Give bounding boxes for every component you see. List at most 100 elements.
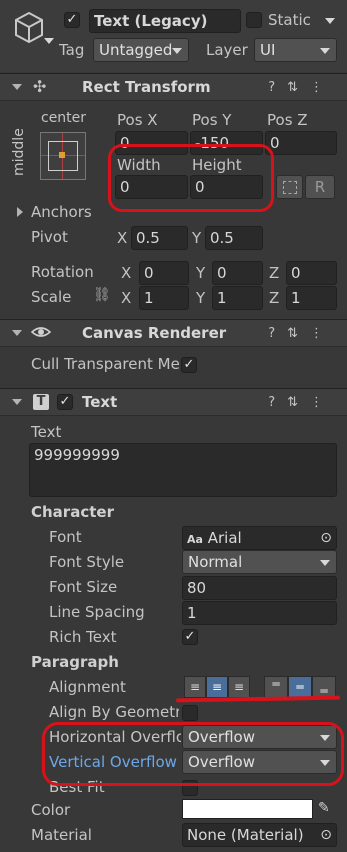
- pos-y-label: Pos Y: [192, 111, 232, 129]
- align-top-icon: ═: [272, 677, 280, 691]
- pivot-label: Pivot: [31, 228, 68, 246]
- pos-z-label: Pos Z: [267, 111, 308, 129]
- rotation-z-field[interactable]: 0: [286, 261, 337, 285]
- anchors-foldout[interactable]: [17, 207, 23, 217]
- font-size-label: Font Size: [49, 578, 118, 596]
- rotation-y-field[interactable]: 0: [212, 261, 263, 285]
- scale-x-field[interactable]: 1: [139, 286, 189, 310]
- tag-label: Tag: [59, 41, 85, 59]
- anchor-preset-v-label: middle: [11, 128, 27, 176]
- pivot-x-label: X: [117, 229, 128, 247]
- scale-y-field[interactable]: 1: [212, 286, 263, 310]
- anchor-preset-button[interactable]: [40, 132, 86, 180]
- text-component-header[interactable]: T ✓ Text ?⇅⋮: [0, 388, 347, 416]
- color-swatch[interactable]: [182, 799, 313, 819]
- font-asset-icon: Aa: [187, 533, 203, 546]
- pos-z-field[interactable]: 0: [265, 131, 337, 155]
- alignment-label: Alignment: [49, 678, 126, 696]
- pivot-y-field[interactable]: 0.5: [205, 226, 263, 250]
- scale-label: Scale: [31, 288, 72, 306]
- constrain-proportions-icon[interactable]: ⛓: [93, 287, 111, 303]
- rotation-x-field[interactable]: 0: [139, 261, 189, 285]
- character-label: Character: [31, 503, 114, 521]
- rotation-x-label: X: [121, 264, 132, 282]
- font-label: Font: [49, 528, 82, 546]
- align-middle-button[interactable]: ═: [288, 676, 312, 698]
- pivot-x-value: 0.5: [136, 229, 160, 247]
- font-size-field[interactable]: 80: [182, 576, 337, 600]
- component-header-icons[interactable]: ?⇅⋮: [268, 80, 335, 95]
- text-component-icon: T: [33, 394, 49, 410]
- font-style-value: Normal: [188, 553, 243, 571]
- raw-edit-button[interactable]: R: [305, 175, 335, 199]
- pivot-x-field[interactable]: 0.5: [131, 226, 188, 250]
- component-header-icons[interactable]: ?⇅⋮: [268, 395, 335, 410]
- font-field[interactable]: Aa Arial ⊙: [182, 526, 337, 550]
- material-value: None (Material): [187, 826, 304, 844]
- text-component-title: Text: [82, 393, 118, 411]
- tag-dropdown[interactable]: Untagged: [93, 38, 189, 62]
- rich-text-label: Rich Text: [49, 628, 117, 646]
- foldout-arrow-icon[interactable]: [12, 84, 22, 90]
- font-size-value: 80: [187, 579, 207, 597]
- align-by-geometry-label: Align By Geometry: [49, 703, 179, 721]
- text-area[interactable]: 999999999: [29, 443, 337, 497]
- layer-dropdown[interactable]: UI: [254, 38, 337, 62]
- tag-value: Untagged: [99, 41, 173, 59]
- scale-z-value: 1: [291, 289, 301, 307]
- rotation-y-value: 0: [217, 264, 227, 282]
- rotation-z-value: 0: [291, 264, 301, 282]
- rich-text-checkbox[interactable]: ✓: [182, 629, 198, 645]
- text-enabled-checkbox[interactable]: ✓: [57, 394, 73, 410]
- material-label: Material: [31, 826, 92, 844]
- object-picker-icon[interactable]: ⊙: [320, 824, 332, 846]
- static-checkbox[interactable]: [246, 12, 262, 28]
- line-spacing-field[interactable]: 1: [182, 601, 337, 625]
- scale-z-field[interactable]: 1: [286, 286, 337, 310]
- rect-transform-title: Rect Transform: [82, 78, 211, 96]
- static-label: Static: [268, 11, 311, 29]
- align-center-button[interactable]: ≡: [206, 676, 228, 698]
- font-style-dropdown[interactable]: Normal: [182, 550, 337, 574]
- rotation-label: Rotation: [31, 263, 94, 281]
- object-picker-icon[interactable]: ⊙: [320, 527, 332, 549]
- blueprint-mode-button[interactable]: [276, 175, 303, 199]
- anchors-label[interactable]: Anchors: [31, 203, 92, 221]
- red-highlight-overflow: [42, 722, 344, 786]
- layer-label: Layer: [206, 41, 248, 59]
- cull-transparent-checkbox[interactable]: ✓: [181, 357, 197, 373]
- scale-z-label: Z: [269, 289, 280, 307]
- align-top-button[interactable]: ═: [264, 676, 288, 698]
- material-field[interactable]: None (Material) ⊙: [182, 823, 337, 847]
- gameobject-name: Text (Legacy): [94, 12, 208, 30]
- foldout-arrow-icon[interactable]: [12, 330, 22, 336]
- pivot-y-value: 0.5: [210, 229, 234, 247]
- align-right-icon: ≡: [233, 680, 245, 694]
- text-value: 999999999: [34, 446, 120, 464]
- eyedropper-icon[interactable]: ✎: [318, 800, 330, 816]
- scale-y-label: Y: [196, 289, 206, 307]
- scale-x-label: X: [121, 289, 132, 307]
- active-checkbox[interactable]: ✓: [64, 12, 80, 28]
- text-label: Text: [31, 423, 62, 441]
- align-by-geometry-checkbox[interactable]: [182, 705, 198, 721]
- align-left-icon: ≡: [189, 680, 201, 694]
- gameobject-name-field[interactable]: Text (Legacy): [89, 9, 241, 33]
- eye-icon: [30, 322, 52, 346]
- gameobject-header: ✓ Text (Legacy) Static Tag Untagged Laye…: [0, 0, 347, 72]
- rotation-y-label: Y: [196, 264, 206, 282]
- font-value: Arial: [207, 529, 242, 547]
- component-header-icons[interactable]: ?⇅⋮: [268, 326, 335, 341]
- scale-x-value: 1: [144, 289, 154, 307]
- align-right-button[interactable]: ≡: [228, 676, 250, 698]
- pivot-y-label: Y: [192, 229, 202, 247]
- static-dropdown[interactable]: [325, 18, 335, 24]
- rect-transform-header[interactable]: ✣ Rect Transform ?⇅⋮: [0, 73, 347, 101]
- pos-x-label: Pos X: [117, 111, 158, 129]
- canvas-renderer-header[interactable]: Canvas Renderer ?⇅⋮: [0, 319, 347, 347]
- foldout-arrow-icon[interactable]: [12, 399, 22, 405]
- gameobject-icon[interactable]: [12, 10, 54, 50]
- rotation-z-label: Z: [269, 264, 280, 282]
- rotation-x-value: 0: [144, 264, 154, 282]
- align-left-button[interactable]: ≡: [184, 676, 206, 698]
